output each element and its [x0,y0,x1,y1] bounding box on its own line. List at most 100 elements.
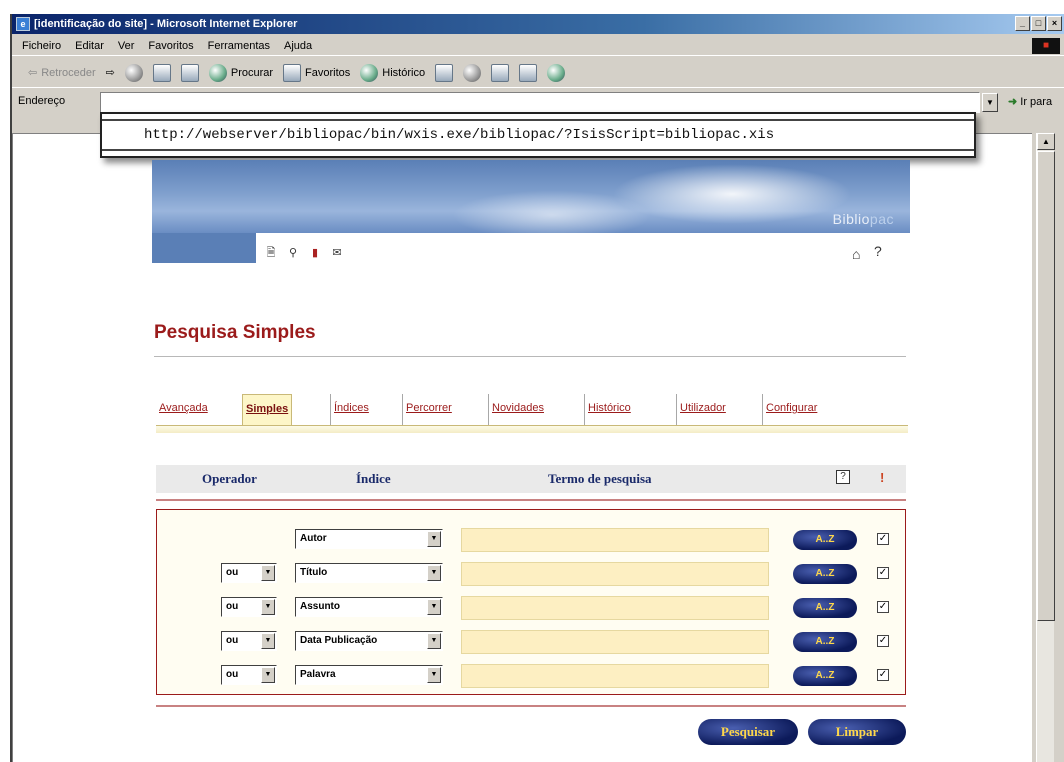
scroll-up-icon[interactable]: ▲ [1037,133,1055,150]
search-row-4: ou ▼ Data Publicação ▼ A..Z ✓ [157,629,905,654]
books-icon[interactable]: ▮ [308,246,322,260]
operator-select[interactable]: ou ▼ [221,563,277,583]
menu-edit[interactable]: Editar [75,36,104,55]
search-form: Autor ▼ A..Z ✓ ou ▼ Título ▼ A..Z ✓ ou ▼… [156,509,906,695]
scroll-thumb[interactable] [1037,151,1055,621]
history-button[interactable]: Histórico [360,63,426,82]
term-input[interactable] [461,562,769,586]
az-button[interactable]: A..Z [793,530,857,550]
help-icon[interactable]: ? [874,243,882,259]
chevron-down-icon[interactable]: ▼ [261,599,275,615]
tab-percorrer[interactable]: Percorrer [402,394,455,426]
index-select[interactable]: Palavra ▼ [295,665,443,685]
address-input[interactable] [100,92,980,113]
tab-novidades[interactable]: Novidades [488,394,547,426]
brand-pac: pac [869,211,894,227]
term-input[interactable] [461,630,769,654]
index-select[interactable]: Autor ▼ [295,529,443,549]
chevron-down-icon[interactable]: ▼ [427,565,441,581]
refresh-icon[interactable] [152,63,171,82]
chevron-down-icon[interactable]: ▼ [261,667,275,683]
clear-button[interactable]: Limpar [808,719,906,745]
chevron-down-icon[interactable]: ▼ [427,633,441,649]
az-button[interactable]: A..Z [793,632,857,652]
row-checkbox[interactable]: ✓ [877,635,889,647]
index-value: Data Publicação [300,635,378,646]
page-title: Pesquisa Simples [154,322,316,343]
az-button[interactable]: A..Z [793,666,857,686]
tab-utilizador[interactable]: Utilizador [676,394,729,426]
menu-view[interactable]: Ver [118,36,135,55]
vertical-scrollbar[interactable]: ▲ [1036,133,1055,762]
forward-button[interactable]: ⇨ [106,66,115,79]
go-label: Ir para [1020,96,1053,108]
history-label: Histórico [382,66,426,79]
menu-tools[interactable]: Ferramentas [208,36,270,55]
mail-icon[interactable]: ✉ [330,246,344,260]
alert-icon[interactable]: ! [880,470,884,485]
row-checkbox[interactable]: ✓ [877,669,889,681]
menu-help[interactable]: Ajuda [284,36,312,55]
minimize-button[interactable]: _ [1015,16,1030,31]
row-checkbox[interactable]: ✓ [877,601,889,613]
tab-indices[interactable]: Índices [330,394,372,426]
index-select[interactable]: Assunto ▼ [295,597,443,617]
address-label: Endereço [18,95,66,107]
tab-avancada[interactable]: Avançada [156,394,211,426]
operator-select[interactable]: ou ▼ [221,665,277,685]
user-search-icon[interactable]: ⚲ [286,246,300,260]
home-icon[interactable] [180,63,199,82]
row-checkbox[interactable]: ✓ [877,533,889,545]
url-text: http://webserver/bibliopac/bin/wxis.exe/… [144,127,775,143]
print-icon[interactable] [463,63,482,82]
go-button[interactable]: ➜ Ir para [1008,95,1052,108]
search-button[interactable]: Pesquisar [698,719,798,745]
url-callout: http://webserver/bibliopac/bin/wxis.exe/… [100,112,976,158]
close-button[interactable]: × [1047,16,1062,31]
address-dropdown-icon[interactable]: ▼ [982,93,998,112]
column-header: Operador Índice Termo de pesquisa [156,465,906,493]
home-icon[interactable]: ⌂ [852,246,860,262]
term-input[interactable] [461,528,769,552]
tab-simples[interactable]: Simples [242,394,293,427]
messenger-icon[interactable] [547,63,566,82]
tab-configurar[interactable]: Configurar [762,394,820,426]
chevron-down-icon[interactable]: ▼ [261,633,275,649]
help-icon[interactable]: ? [836,470,850,484]
menu-file[interactable]: Ficheiro [22,36,61,55]
divider [154,356,906,357]
operator-select[interactable]: ou ▼ [221,631,277,651]
windows-logo-icon: ■ [1032,38,1060,54]
search-row-3: ou ▼ Assunto ▼ A..Z ✓ [157,595,905,620]
az-button[interactable]: A..Z [793,598,857,618]
chevron-down-icon[interactable]: ▼ [427,599,441,615]
favorites-icon [283,63,302,82]
discuss-icon[interactable] [519,63,538,82]
menu-bar: Ficheiro Editar Ver Favoritos Ferramenta… [12,36,1064,56]
back-button[interactable]: ⇦ Retroceder [28,66,96,80]
edit-icon[interactable] [491,63,510,82]
term-input[interactable] [461,596,769,620]
maximize-button[interactable]: □ [1031,16,1046,31]
search-button[interactable]: Procurar [208,63,273,82]
index-select[interactable]: Data Publicação ▼ [295,631,443,651]
menu-favorites[interactable]: Favoritos [148,36,193,55]
document-icon[interactable]: 🗎 [264,246,278,260]
stop-icon[interactable] [124,63,143,82]
az-button[interactable]: A..Z [793,564,857,584]
chevron-down-icon[interactable]: ▼ [427,667,441,683]
mail-icon[interactable] [435,63,454,82]
favorites-button[interactable]: Favoritos [283,63,350,82]
term-input[interactable] [461,664,769,688]
chevron-down-icon[interactable]: ▼ [427,531,441,547]
row-checkbox[interactable]: ✓ [877,567,889,579]
operator-value: ou [226,601,239,612]
operator-select[interactable]: ou ▼ [221,597,277,617]
search-row-5: ou ▼ Palavra ▼ A..Z ✓ [157,663,905,688]
banner-side-block [152,233,256,263]
tab-historico[interactable]: Histórico [584,394,634,426]
brand-main: Biblio [832,211,870,227]
index-select[interactable]: Título ▼ [295,563,443,583]
chevron-down-icon[interactable]: ▼ [261,565,275,581]
term-header: Termo de pesquisa [548,471,652,486]
